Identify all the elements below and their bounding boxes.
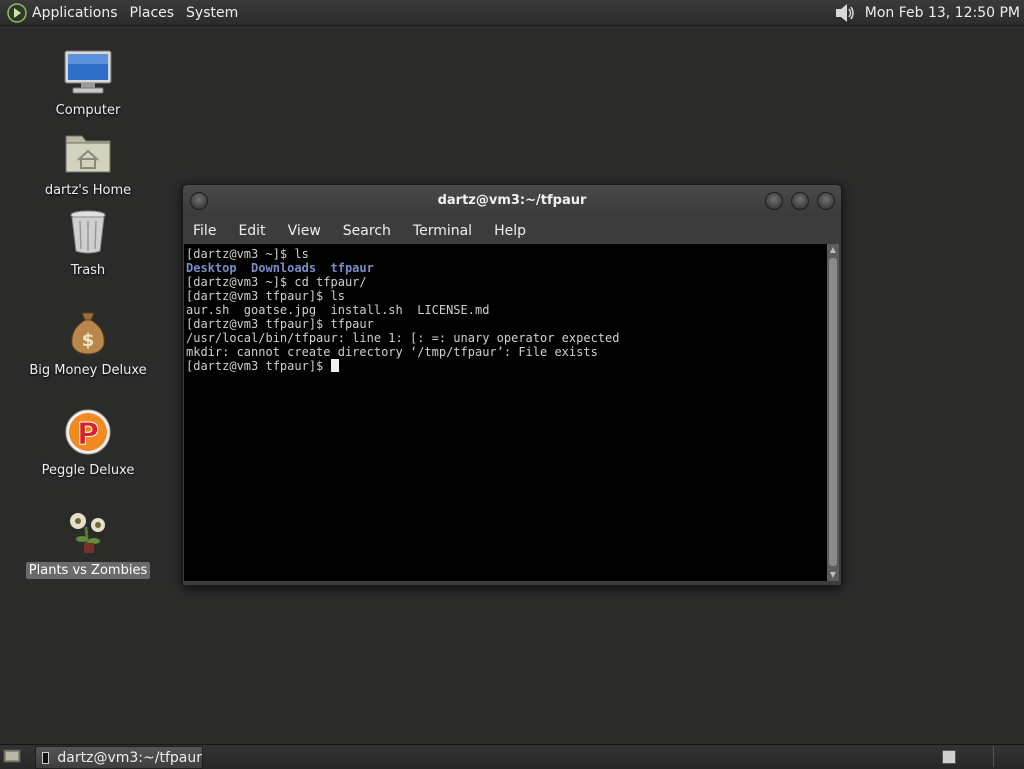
terminal-line: [dartz@vm3 ~]$ ls [186, 247, 309, 261]
home-folder-icon [65, 135, 111, 173]
svg-text:$: $ [82, 330, 95, 351]
minimize-button[interactable] [765, 192, 783, 210]
bottom-panel: dartz@vm3:~/tfpaur [0, 744, 1024, 769]
menu-applications[interactable]: Applications [28, 5, 124, 21]
menu-view[interactable]: View [277, 223, 332, 239]
speaker-icon[interactable] [833, 2, 857, 24]
peggle-icon: P [65, 409, 111, 455]
computer-icon [64, 50, 112, 94]
clock[interactable]: Mon Feb 13, 12:50 PM [865, 5, 1020, 21]
scroll-down-arrow-icon[interactable]: ▼ [827, 569, 839, 581]
close-button[interactable] [817, 192, 835, 210]
menu-help[interactable]: Help [483, 223, 537, 239]
top-right-tray: Mon Feb 13, 12:50 PM [833, 0, 1020, 25]
desktop-icon-computer[interactable]: Computer [28, 46, 148, 119]
svg-text:P: P [77, 417, 99, 452]
terminal-line: /usr/local/bin/tfpaur: line 1: [: =: una… [186, 331, 620, 345]
workspace-switcher[interactable] [942, 750, 956, 764]
terminal-line: [dartz@vm3 tfpaur]$ ls [186, 289, 345, 303]
terminal-line: [dartz@vm3 ~]$ cd tfpaur/ [186, 275, 367, 289]
terminal-scrollbar[interactable]: ▲ ▼ [827, 244, 839, 581]
terminal-prompt-line: [dartz@vm3 tfpaur]$ [186, 359, 827, 373]
plants-vs-zombies-icon [70, 513, 105, 554]
desktop-icon-label: Big Money Deluxe [29, 363, 147, 378]
terminal-line: aur.sh goatse.jpg install.sh LICENSE.md [186, 303, 490, 317]
menu-terminal[interactable]: Terminal [402, 223, 483, 239]
desktop-icon-peggle[interactable]: P Peggle Deluxe [28, 406, 148, 479]
scroll-thumb[interactable] [829, 258, 837, 566]
menu-system[interactable]: System [180, 5, 244, 21]
desktop-icon-label: Peggle Deluxe [41, 463, 135, 478]
menu-search[interactable]: Search [332, 223, 402, 239]
scroll-up-arrow-icon[interactable]: ▲ [827, 244, 839, 256]
desktop-icon-plants-vs-zombies[interactable]: Plants vs Zombies [25, 506, 151, 579]
terminal-output[interactable]: [dartz@vm3 ~]$ ls Desktop Downloads tfpa… [184, 244, 827, 581]
taskbar-label: dartz@vm3:~/tfpaur [57, 749, 202, 766]
desktop-icon-big-money[interactable]: $ Big Money Deluxe [28, 306, 148, 379]
trash-icon [70, 210, 106, 254]
menu-file[interactable]: File [183, 223, 227, 239]
desktop-icon-label: Computer [55, 103, 121, 118]
window-titlebar[interactable]: dartz@vm3:~/tfpaur [183, 185, 841, 217]
panel-separator [993, 746, 994, 767]
menu-edit[interactable]: Edit [227, 223, 276, 239]
desktop-icon-home[interactable]: dartz's Home [28, 126, 148, 199]
gnome-logo-icon[interactable] [6, 2, 28, 24]
window-title: dartz@vm3:~/tfpaur [437, 193, 587, 208]
terminal-menubar: File Edit View Search Terminal Help [183, 217, 841, 244]
terminal-line: [dartz@vm3 tfpaur]$ tfpaur [186, 317, 374, 331]
terminal-line-directories: Desktop Downloads tfpaur [186, 261, 374, 275]
menu-places[interactable]: Places [124, 5, 181, 21]
show-desktop-icon[interactable] [3, 748, 21, 764]
taskbar-terminal-button[interactable]: dartz@vm3:~/tfpaur [35, 746, 203, 769]
desktop-icon-label: Trash [70, 263, 106, 278]
text-cursor [330, 359, 339, 372]
terminal-line: mkdir: cannot create directory ‘/tmp/tfp… [186, 345, 598, 359]
top-panel: Applications Places System Mon Feb 13, 1… [0, 0, 1024, 26]
desktop-icon-label: Plants vs Zombies [25, 562, 151, 579]
terminal-prompt: [dartz@vm3 tfpaur]$ [186, 359, 331, 373]
terminal-window[interactable]: dartz@vm3:~/tfpaur File Edit View Search… [182, 184, 842, 586]
money-bag-icon: $ [71, 312, 105, 355]
desktop-icon-label: dartz's Home [44, 183, 132, 198]
top-menu: Applications Places System [28, 0, 244, 25]
terminal-icon [42, 751, 50, 764]
maximize-button[interactable] [791, 192, 809, 210]
desktop-icon-trash[interactable]: Trash [28, 206, 148, 279]
